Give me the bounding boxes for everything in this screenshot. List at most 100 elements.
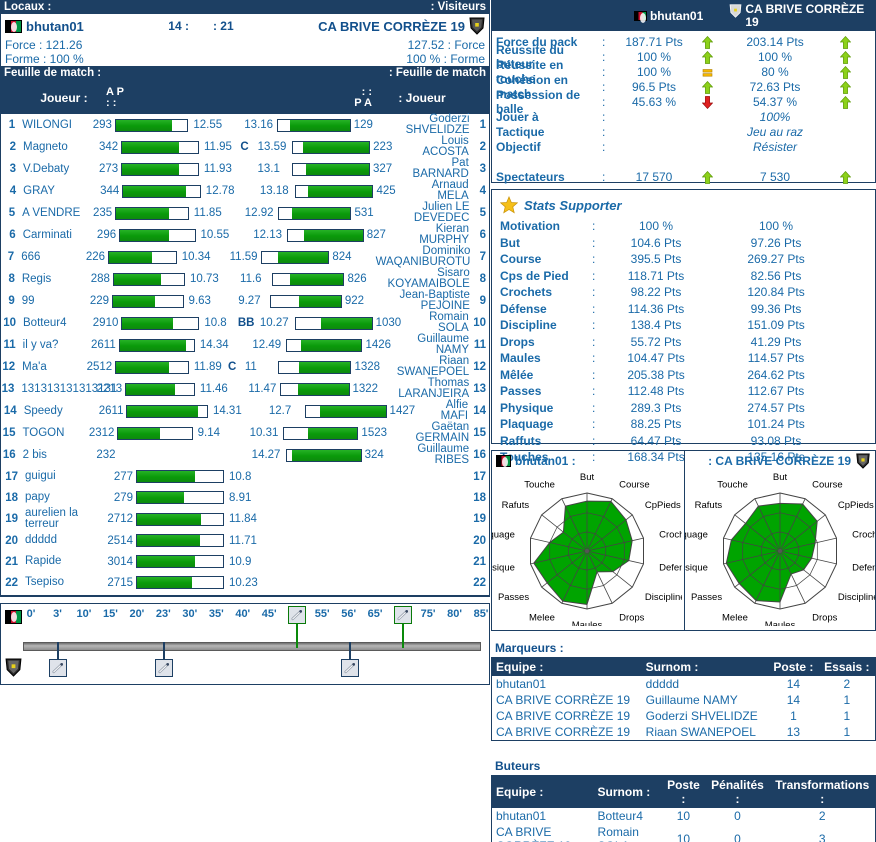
table-row[interactable]: 22 Tsepiso 2715 10.23 22 bbox=[1, 572, 489, 593]
home-team-name[interactable]: bhutan01 bbox=[26, 19, 84, 34]
away-force: 127.52 : Force bbox=[407, 38, 485, 52]
home-player-name[interactable]: aurelien la terreur bbox=[21, 507, 99, 530]
table-row[interactable]: 18 papy 279 8.91 18 bbox=[1, 487, 489, 508]
away-team-name[interactable]: CA BRIVE CORRÈZE 19 bbox=[318, 19, 465, 34]
home-player-name[interactable]: GRAY bbox=[19, 185, 89, 197]
table-row[interactable]: CA BRIVE CORRÈZE 19 Guillaume NAMY 14 1 bbox=[492, 692, 876, 708]
table-row[interactable]: 4 GRAY 344 12.78 13.18 425 Arnaud MELA 4 bbox=[1, 179, 489, 202]
home-shirt-number: 20 bbox=[5, 534, 18, 547]
table-row[interactable]: 15 TOGON 2312 9.14 10.31 1523 Gaëtan GERMAIN 15 bbox=[1, 421, 489, 444]
table-row[interactable]: 11 il y va? 2611 14.34 12.49 1426 Guillaume NA… bbox=[1, 333, 489, 356]
table-row[interactable]: 14 Speedy 2611 14.31 12.7 1427 Alfie MAFI 14 bbox=[1, 399, 489, 422]
away-player-name[interactable]: Jean-Baptiste PEJOINE bbox=[371, 289, 474, 312]
away-supporter-value: 100 % bbox=[758, 219, 794, 234]
home-age-poste: 3014 bbox=[107, 555, 133, 568]
home-player-name[interactable]: Rapide bbox=[21, 555, 99, 567]
away-rating-gauge bbox=[287, 228, 364, 242]
home-rating-gauge bbox=[136, 555, 224, 568]
table-row[interactable]: CA BRIVE CORRÈZE 19 Goderzi SHVELIDZE 1 1 bbox=[492, 708, 876, 724]
away-player-name[interactable]: Guillaume RIBES bbox=[392, 443, 473, 466]
away-rating-gauge bbox=[285, 448, 362, 462]
svg-text:Maules: Maules bbox=[764, 620, 795, 626]
feuille-left-label: Feuille de match : bbox=[4, 67, 102, 79]
home-player-name[interactable]: ddddd bbox=[21, 534, 99, 546]
table-row[interactable]: 20 ddddd 2514 11.71 20 bbox=[1, 530, 489, 551]
away-player-name[interactable]: Dominiko WAQANIBUROTU bbox=[357, 245, 474, 268]
table-row[interactable]: bhutan01 ddddd 14 2 bbox=[492, 676, 876, 692]
table-row[interactable]: CA BRIVE CORRÈZE 19 Riaan SWANEPOEL 13 1 bbox=[492, 724, 876, 741]
home-rating-value: 10.23 bbox=[229, 576, 258, 589]
away-player-name[interactable]: Julien LE DEVEDEC bbox=[381, 201, 473, 224]
away-shirt-number: 14 bbox=[473, 405, 486, 417]
table-row[interactable]: 12 Ma'a 2512 11.89 C 11 1328 Riaan SWANEPOEL 12 bbox=[1, 355, 489, 378]
supporter-row: Motivation: 100 % 100 % bbox=[492, 218, 875, 235]
away-poste-age: 1426 bbox=[365, 339, 392, 351]
home-rating-gauge bbox=[121, 162, 199, 176]
supporter-stat-label: Physique bbox=[500, 400, 554, 415]
home-stat-value: 187.71 Pts bbox=[625, 34, 683, 49]
table-row[interactable]: 21 Rapide 3014 10.9 21 bbox=[1, 551, 489, 572]
home-player-name[interactable]: 99 bbox=[18, 295, 82, 307]
table-row[interactable]: 7 666 226 10.34 11.59 824 Dominiko WAQANIBUROT… bbox=[1, 245, 489, 268]
away-player-name[interactable]: Arnaud MELA bbox=[405, 179, 473, 202]
table-row[interactable]: 19 aurelien la terreur 2712 11.84 19 bbox=[1, 507, 489, 530]
home-player-name[interactable]: TOGON bbox=[18, 427, 85, 439]
home-player-name[interactable]: Botteur4 bbox=[19, 317, 88, 329]
home-player-name[interactable]: 131313131313131 bbox=[17, 383, 117, 395]
away-player-name[interactable]: Romain SOLA bbox=[404, 311, 473, 334]
away-player-name[interactable]: Kieran MURPHY bbox=[394, 223, 473, 246]
home-player-name[interactable]: guigui bbox=[21, 470, 99, 482]
home-player-name[interactable]: 666 bbox=[17, 251, 78, 263]
home-trend-arrow bbox=[694, 94, 720, 109]
home-player-name[interactable]: Regis bbox=[18, 273, 82, 285]
supporter-row: Raffuts: 64.47 Pts 93.08 Pts bbox=[492, 433, 875, 450]
table-row[interactable]: 1 WILONGI 293 12.55 13.16 129 Goderzi SHVELIDZ… bbox=[1, 113, 489, 136]
home-player-name[interactable]: Carminati bbox=[19, 229, 87, 241]
table-row[interactable]: bhutan01 Botteur4 10 0 2 bbox=[492, 808, 876, 824]
home-supporter-value: 104.47 Pts bbox=[627, 351, 685, 366]
home-stat-value: 45.63 % bbox=[631, 94, 677, 109]
home-player-name[interactable]: Speedy bbox=[20, 405, 92, 417]
away-rating-gauge bbox=[286, 338, 363, 352]
home-player-name[interactable]: V.Debaty bbox=[19, 163, 88, 175]
away-player-name[interactable]: Gaëtan GERMAIN bbox=[389, 421, 474, 444]
away-poste-age: 827 bbox=[366, 229, 386, 241]
arrow-up-icon bbox=[839, 65, 851, 79]
home-rating-value: 10.34 bbox=[181, 251, 211, 263]
away-poste-age: 1523 bbox=[361, 427, 388, 439]
table-row[interactable]: 5A VENDRE 235 11.85 12.92 531 Julien LE DEVED… bbox=[1, 201, 489, 224]
away-supporter-value: 101.24 Pts bbox=[747, 417, 805, 432]
table-row[interactable]: 13 131313131313131 2213 11.46 11.47 1322 Thoma… bbox=[1, 377, 489, 400]
home-rating-value: 10.55 bbox=[200, 229, 230, 241]
table-row[interactable]: 17 guigui 277 10.8 17 bbox=[1, 466, 489, 487]
table-row[interactable]: 10 Botteur4 2910 10.8 BB 10.27 1030 Romain SOLA… bbox=[1, 311, 489, 334]
table-row[interactable]: 6 Carminati 296 10.55 12.13 827 Kieran MURPHY 6 bbox=[1, 223, 489, 246]
comparison-rows: Force du pack:187.71 Pts 203.14 Pts Réussi… bbox=[492, 31, 875, 184]
table-row[interactable]: 2 Magneto 342 11.95 C 13.59 223 Louis ACOSTA 2 bbox=[1, 135, 489, 158]
home-player-name[interactable]: 2 bis bbox=[19, 449, 87, 461]
home-player-name[interactable]: Magneto bbox=[19, 141, 88, 153]
away-player-name[interactable]: Goderzi SHVELIDZE bbox=[380, 113, 473, 136]
table-row[interactable]: 3 V.Debaty 273 11.93 13.1 327 Pat BARNARD 3 bbox=[1, 157, 489, 180]
home-player-name[interactable]: papy bbox=[21, 491, 99, 503]
home-player-name[interactable]: A VENDRE bbox=[18, 207, 84, 219]
home-rating-value: 9.63 bbox=[188, 295, 211, 307]
away-player-name[interactable]: Louis ACOSTA bbox=[401, 135, 472, 158]
home-player-name[interactable]: Ma'a bbox=[18, 361, 84, 373]
away-player-name[interactable]: Riaan SWANEPOEL bbox=[381, 355, 473, 378]
away-player-name[interactable]: Pat BARNARD bbox=[401, 157, 473, 180]
away-player-name[interactable]: Guillaume NAMY bbox=[393, 333, 473, 356]
away-player-name[interactable]: Sisaro KOYAMAIBOLE bbox=[374, 267, 474, 290]
table-row[interactable]: CA BRIVE CORRÈZE 19 Romain SOLA 10 0 3 bbox=[492, 824, 876, 842]
table-row[interactable]: 16 2 bis 232 14.27 324 Guillaume RIBES 16 bbox=[1, 443, 489, 466]
home-player-name[interactable]: il y va? bbox=[19, 339, 87, 351]
home-player-name[interactable]: Tsepiso bbox=[21, 576, 99, 588]
table-row[interactable]: 9 99 229 9.63 9.27 922 Jean-Baptiste PEJOINE 9 bbox=[1, 289, 489, 312]
away-rating-gauge bbox=[279, 382, 350, 396]
home-player-name[interactable]: WILONGI bbox=[18, 119, 84, 131]
away-poste-age: 922 bbox=[344, 295, 364, 307]
colon: : bbox=[602, 79, 606, 94]
table-row[interactable]: 8 Regis 288 10.73 11.6 826 Sisaro KOYAMAIBOLE 8 bbox=[1, 267, 489, 290]
away-player-name[interactable]: Thomas LARANJEIRA bbox=[378, 377, 473, 400]
away-player-name[interactable]: Alfie MAFI bbox=[419, 399, 472, 422]
